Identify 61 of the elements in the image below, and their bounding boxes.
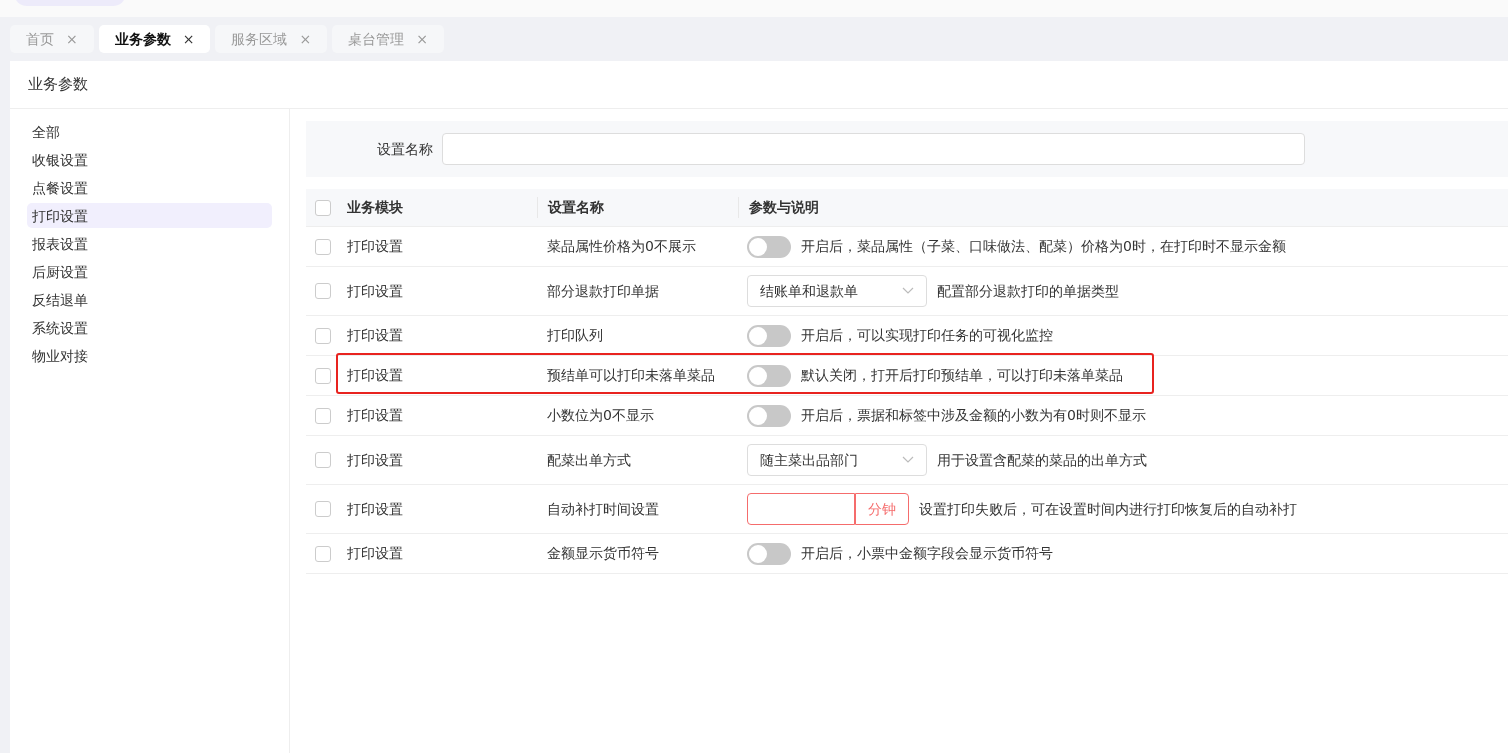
module-cell: 打印设置 [347,367,403,383]
row-checkbox[interactable] [315,199,331,216]
row-checkbox[interactable] [315,327,331,344]
row-checkbox[interactable] [315,283,331,299]
row-checkbox[interactable] [315,367,331,384]
row-checkbox[interactable] [315,407,331,424]
module-cell: 打印设置 [347,327,403,343]
sidebar-item[interactable]: 打印设置 [27,203,272,228]
setting-name-cell: 预结单可以打印未落单菜品 [547,367,715,383]
toggle-switch[interactable] [747,324,791,347]
description-text: 默认关闭，打开后打印预结单，可以打印未落单菜品 [801,366,1123,385]
filter-label: 设置名称 [377,139,433,159]
row-checkbox[interactable] [315,545,331,562]
row-checkbox[interactable] [315,501,331,517]
toggle-switch[interactable] [747,235,791,258]
minutes-field[interactable] [747,493,855,525]
dropdown-select[interactable]: 随主菜出品部门 [747,444,927,476]
unit-label: 分钟 [855,493,909,525]
sidebar-item[interactable]: 反结退单 [27,287,272,312]
setting-name-cell: 自动补打时间设置 [547,500,659,517]
sidebar-item[interactable]: 点餐设置 [27,175,272,200]
sidebar-item[interactable]: 物业对接 [27,343,272,368]
setting-name-cell: 金额显示货币符号 [547,545,659,561]
row-checkbox[interactable] [315,452,331,468]
setting-name-cell: 配菜出单方式 [547,451,631,468]
page-title: 业务参数 [28,74,88,96]
description-text: 设置打印失败后，可在设置时间内进行打印恢复后的自动补打 [919,499,1297,519]
sidebar-item[interactable]: 全部 [27,119,272,144]
toggle-switch[interactable] [747,542,791,565]
chevron-down-icon [902,456,914,464]
description-text: 开启后，可以实现打印任务的可视化监控 [801,326,1053,345]
toggle-switch[interactable] [747,404,791,427]
page-tab[interactable]: 业务参数 × [98,25,211,53]
setting-name-cell: 部分退款打印单据 [547,282,659,299]
dropdown-select[interactable]: 结账单和退款单 [747,275,927,307]
setting-name-cell: 打印队列 [547,327,603,343]
module-cell: 打印设置 [347,500,403,517]
sidebar-item[interactable]: 收银设置 [27,147,272,172]
toggle-switch[interactable] [747,364,791,387]
description-text: 开启后，票据和标签中涉及金额的小数为有0时则不显示 [801,406,1146,425]
module-cell: 打印设置 [347,407,403,423]
setting-name-cell: 菜品属性价格为0不展示 [547,238,696,254]
close-icon[interactable]: × [182,28,195,50]
description-text: 配置部分退款打印的单据类型 [937,281,1119,301]
column-header: 参数与说明 [749,198,819,217]
sidebar-item[interactable]: 后厨设置 [27,259,272,284]
chevron-down-icon [902,287,914,295]
row-checkbox[interactable] [315,238,331,255]
module-cell: 打印设置 [347,451,403,468]
module-cell: 打印设置 [347,238,403,254]
description-text: 开启后，小票中金额字段会显示货币符号 [801,544,1053,563]
module-cell: 打印设置 [347,282,403,299]
setting-name-field[interactable] [442,133,1305,165]
setting-name-cell: 小数位为0不显示 [547,407,654,423]
module-cell: 打印设置 [347,545,403,561]
sidebar-item[interactable]: 系统设置 [27,315,272,340]
column-header: 设置名称 [548,199,604,215]
column-header: 业务模块 [347,199,403,215]
description-text: 开启后，菜品属性（子菜、口味做法、配菜）价格为0时，在打印时不显示金额 [801,237,1286,256]
sidebar-item[interactable]: 报表设置 [27,231,272,256]
description-text: 用于设置含配菜的菜品的出单方式 [937,450,1147,470]
